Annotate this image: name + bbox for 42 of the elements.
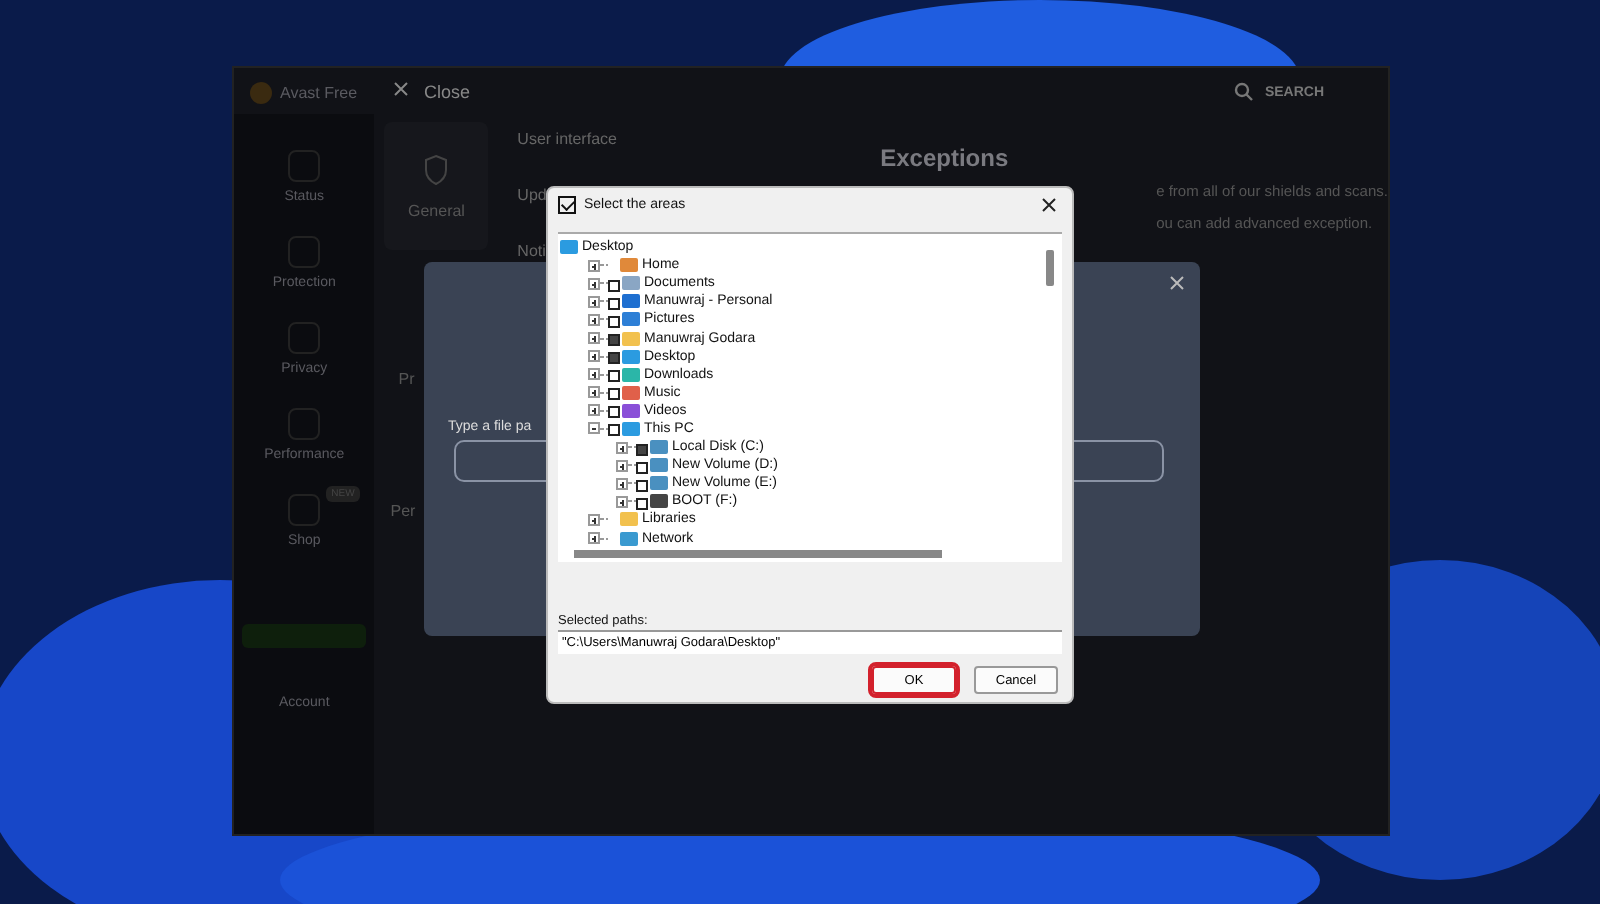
checkbox[interactable]: [608, 279, 620, 292]
setting-label: Per: [390, 502, 416, 520]
expander-icon[interactable]: [588, 350, 600, 363]
expander-icon[interactable]: [616, 477, 628, 490]
shield-icon: [422, 153, 451, 185]
checkbox[interactable]: [636, 497, 648, 510]
scrollbar[interactable]: [574, 550, 942, 558]
search-icon: [1234, 82, 1255, 102]
checkbox[interactable]: [608, 424, 620, 437]
expander-icon[interactable]: [588, 295, 600, 308]
checkbox[interactable]: [608, 315, 620, 328]
expander-icon[interactable]: [588, 532, 600, 545]
item-icon: [560, 240, 578, 255]
checkbox[interactable]: [608, 297, 620, 310]
checkbox[interactable]: [608, 406, 620, 419]
close-button[interactable]: Close: [382, 82, 471, 102]
expander-icon[interactable]: [588, 277, 600, 290]
checkbox-app-icon: [558, 196, 576, 214]
page-title: Exceptions: [880, 144, 1011, 172]
checkbox[interactable]: [608, 370, 620, 383]
checkbox[interactable]: [608, 334, 620, 347]
expander-icon[interactable]: [588, 404, 600, 417]
app-title: Avast Free: [280, 83, 358, 101]
checkbox[interactable]: [636, 461, 648, 474]
setting-label: Pr: [398, 370, 415, 388]
expander-icon[interactable]: [588, 368, 600, 381]
checkbox[interactable]: [608, 388, 620, 401]
checkbox[interactable]: [608, 352, 620, 365]
expander-icon[interactable]: [616, 441, 628, 454]
close-icon: [394, 82, 408, 96]
expander-icon[interactable]: [588, 513, 600, 526]
checkbox[interactable]: [636, 443, 648, 456]
expander-icon[interactable]: [616, 459, 628, 472]
expander-icon[interactable]: [588, 386, 600, 399]
logo-icon: [250, 81, 272, 103]
expander-icon[interactable]: [588, 313, 600, 326]
expander-icon[interactable]: [588, 422, 600, 435]
expander-icon[interactable]: [616, 495, 628, 508]
expander-icon[interactable]: [588, 332, 600, 345]
close-icon[interactable]: [1042, 198, 1056, 212]
expander-icon[interactable]: [588, 259, 600, 272]
checkbox[interactable]: [636, 479, 648, 492]
